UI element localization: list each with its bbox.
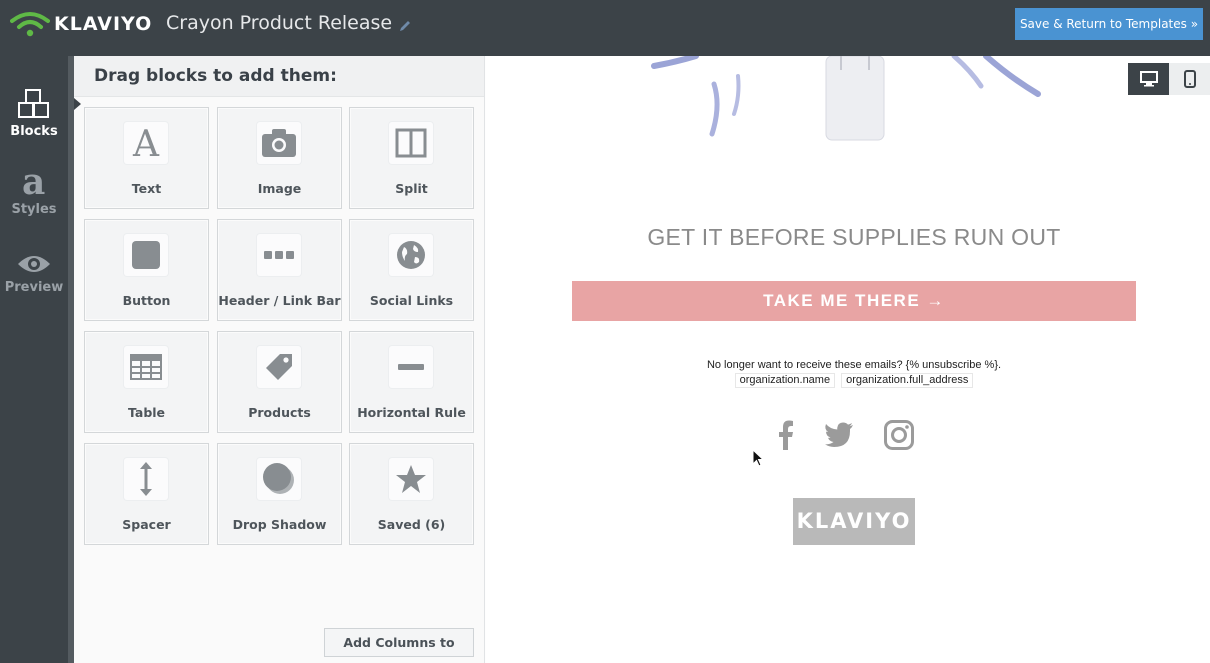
block-text[interactable]: A Text bbox=[84, 107, 209, 209]
org-address-tag[interactable]: organization.full_address bbox=[841, 373, 974, 388]
button-icon bbox=[124, 234, 168, 276]
block-table[interactable]: Table bbox=[84, 331, 209, 433]
eye-icon bbox=[0, 238, 68, 276]
svg-text:A: A bbox=[132, 126, 160, 160]
link-bar-icon bbox=[257, 234, 301, 276]
spacer-icon bbox=[124, 458, 168, 500]
document-title-text: Crayon Product Release bbox=[166, 12, 393, 34]
sidebar-item-styles[interactable]: a Styles bbox=[0, 160, 68, 217]
desktop-view-button[interactable] bbox=[1128, 63, 1169, 95]
sidebar-item-blocks[interactable]: Blocks bbox=[0, 82, 68, 139]
email-preview: GET IT BEFORE SUPPLIES RUN OUT TAKE ME T… bbox=[486, 56, 1210, 663]
split-icon bbox=[389, 122, 433, 164]
wifi-logo-icon bbox=[10, 9, 50, 39]
globe-icon bbox=[389, 234, 433, 276]
blocks-icon bbox=[0, 82, 68, 120]
block-label: Header / Link Bar bbox=[218, 293, 341, 308]
block-label: Table bbox=[127, 405, 166, 420]
table-icon bbox=[124, 346, 168, 388]
block-horizontal-rule[interactable]: Horizontal Rule bbox=[349, 331, 474, 433]
drop-shadow-icon bbox=[257, 458, 301, 500]
brand-name: KLAVIYO bbox=[54, 13, 153, 35]
block-label: Split bbox=[395, 181, 428, 196]
block-label: Image bbox=[257, 181, 302, 196]
block-split[interactable]: Split bbox=[349, 107, 474, 209]
blocks-panel: Drag blocks to add them: A Text Image Sp… bbox=[74, 56, 485, 663]
block-label: Button bbox=[122, 293, 171, 308]
twitter-icon[interactable] bbox=[824, 422, 854, 448]
block-button[interactable]: Button bbox=[84, 219, 209, 321]
klaviyo-logo[interactable]: KLAVIYO bbox=[10, 9, 152, 39]
cta-button[interactable]: TAKE ME THERE → bbox=[572, 281, 1136, 321]
unsubscribe-text[interactable]: No longer want to receive these emails? … bbox=[572, 359, 1136, 371]
svg-text:a: a bbox=[22, 166, 45, 198]
block-label: Saved (6) bbox=[377, 517, 446, 532]
document-title[interactable]: Crayon Product Release bbox=[166, 12, 412, 34]
instagram-icon[interactable] bbox=[884, 420, 914, 450]
hero-product-image[interactable] bbox=[636, 56, 1056, 151]
top-bar: KLAVIYO Crayon Product Release Save & Re… bbox=[0, 0, 1210, 56]
block-social-links[interactable]: Social Links bbox=[349, 219, 474, 321]
sidebar-item-label: Preview bbox=[4, 280, 64, 295]
block-label: Products bbox=[248, 405, 311, 420]
mobile-icon bbox=[1183, 70, 1196, 88]
mouse-cursor-icon bbox=[752, 449, 764, 467]
block-header-link-bar[interactable]: Header / Link Bar bbox=[217, 219, 342, 321]
footer-logo[interactable]: KLAVIYO bbox=[793, 498, 915, 545]
add-columns-button[interactable]: Add Columns to Email bbox=[324, 628, 474, 663]
organization-info: organization.name organization.full_addr… bbox=[572, 373, 1136, 388]
panel-heading: Drag blocks to add them: bbox=[74, 56, 484, 97]
save-return-button[interactable]: Save & Return to Templates » bbox=[1015, 8, 1203, 40]
facebook-icon[interactable] bbox=[778, 420, 794, 450]
desktop-icon bbox=[1139, 71, 1158, 87]
sidebar-item-label: Blocks bbox=[10, 124, 58, 139]
block-label: Social Links bbox=[369, 293, 454, 308]
block-label: Horizontal Rule bbox=[357, 405, 466, 420]
block-image[interactable]: Image bbox=[217, 107, 342, 209]
styles-icon: a bbox=[0, 160, 68, 198]
sidebar-item-label: Styles bbox=[11, 202, 57, 217]
active-nav-pointer bbox=[74, 98, 81, 110]
social-links bbox=[778, 420, 914, 450]
pencil-icon[interactable] bbox=[398, 16, 412, 31]
star-icon bbox=[389, 458, 433, 500]
tag-icon bbox=[257, 346, 301, 388]
text-icon: A bbox=[124, 122, 168, 164]
block-saved[interactable]: Saved (6) bbox=[349, 443, 474, 545]
block-label: Drop Shadow bbox=[232, 517, 327, 532]
device-toggle bbox=[1128, 63, 1210, 95]
block-spacer[interactable]: Spacer bbox=[84, 443, 209, 545]
sidebar-nav: Blocks a Styles Preview bbox=[0, 56, 74, 663]
block-label: Spacer bbox=[122, 517, 171, 532]
camera-icon bbox=[257, 122, 301, 164]
org-name-tag[interactable]: organization.name bbox=[734, 373, 836, 388]
block-label: Text bbox=[131, 181, 162, 196]
horizontal-rule-icon bbox=[389, 346, 433, 388]
email-headline[interactable]: GET IT BEFORE SUPPLIES RUN OUT bbox=[572, 224, 1136, 251]
sidebar-item-preview[interactable]: Preview bbox=[0, 238, 68, 295]
block-products[interactable]: Products bbox=[217, 331, 342, 433]
mobile-view-button[interactable] bbox=[1169, 63, 1210, 95]
block-drop-shadow[interactable]: Drop Shadow bbox=[217, 443, 342, 545]
